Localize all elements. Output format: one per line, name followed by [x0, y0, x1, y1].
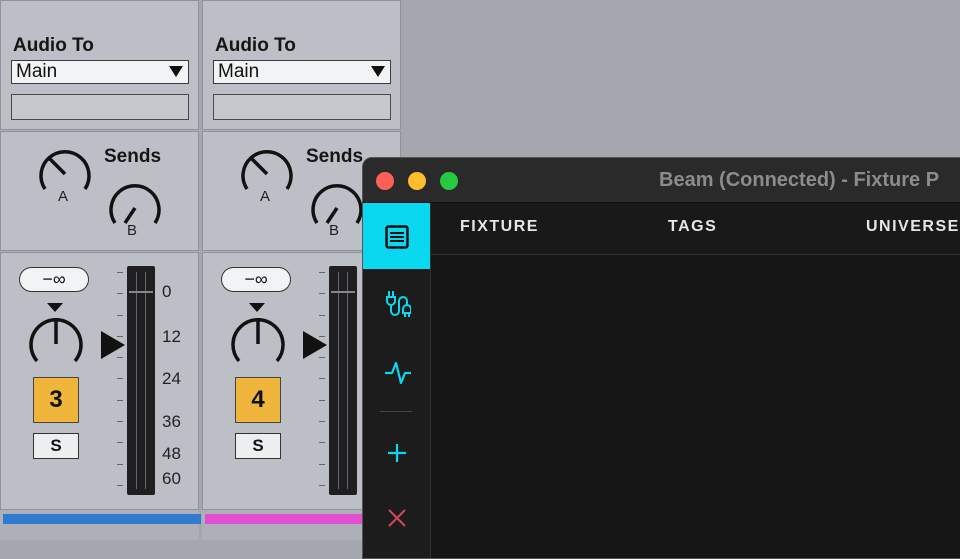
send-a-label: A: [58, 188, 69, 205]
sends-section: Sends A B: [0, 131, 199, 251]
fixture-table-body: [431, 255, 960, 558]
sends-label: Sends: [104, 146, 162, 167]
pan-knob[interactable]: [227, 313, 289, 375]
chevron-down-icon: [371, 66, 385, 77]
play-arrow-icon: [303, 331, 327, 359]
meter-scale-label: 48: [162, 444, 181, 463]
beam-window: Beam (Connected) - Fixture P FIXTURE TAG…: [362, 157, 960, 559]
level-meter[interactable]: [127, 266, 155, 495]
mixer-track-3: Audio To Main Sends A B −∞ 3 S 0 12 24 3…: [0, 0, 199, 540]
table-header: FIXTURE TAGS UNIVERSE: [431, 203, 960, 255]
audio-channel-dropdown[interactable]: [213, 94, 391, 120]
sends-label: Sends: [306, 146, 364, 167]
meter-scale-label: 36: [162, 412, 181, 431]
pan-indicator-icon: [249, 303, 265, 312]
audio-to-label: Audio To: [215, 35, 296, 56]
add-button[interactable]: [363, 423, 430, 489]
audio-output-value: Main: [218, 61, 260, 82]
send-b-label: B: [329, 222, 340, 239]
plus-icon: [388, 444, 406, 462]
audio-output-dropdown[interactable]: Main: [213, 60, 391, 84]
remove-button[interactable]: [363, 489, 430, 555]
column-header-fixture[interactable]: FIXTURE: [460, 218, 539, 236]
track-number-button[interactable]: 3: [33, 377, 79, 423]
sidebar-item-signals[interactable]: [363, 339, 430, 405]
send-b-label: B: [127, 222, 138, 239]
window-title: Beam (Connected) - Fixture P: [659, 169, 940, 191]
close-window-button[interactable]: [376, 172, 394, 190]
meter-scale-label: 24: [162, 369, 181, 388]
meter-scale-label: 60: [162, 469, 181, 488]
plug-cable-icon: [386, 291, 411, 317]
title-bar: Beam (Connected) - Fixture P: [363, 158, 960, 203]
column-header-tags[interactable]: TAGS: [668, 218, 717, 236]
chevron-down-icon: [169, 66, 183, 77]
level-meter[interactable]: [329, 266, 357, 495]
volume-display[interactable]: −∞: [19, 267, 89, 292]
pan-indicator-icon: [47, 303, 63, 312]
track-number-button[interactable]: 4: [235, 377, 281, 423]
audio-to-section: Audio To Main: [202, 0, 401, 130]
audio-channel-dropdown[interactable]: [11, 94, 189, 120]
audio-output-dropdown[interactable]: Main: [11, 60, 189, 84]
sidebar-item-fixtures[interactable]: [363, 203, 430, 269]
minimize-window-button[interactable]: [408, 172, 426, 190]
waveform-icon: [385, 361, 411, 385]
zoom-window-button[interactable]: [440, 172, 458, 190]
audio-to-section: Audio To Main: [0, 0, 199, 130]
sidebar: [363, 203, 431, 558]
column-header-universe[interactable]: UNIVERSE: [866, 218, 960, 236]
list-icon: [385, 225, 409, 249]
audio-to-label: Audio To: [13, 35, 94, 56]
track-color-bar: [3, 514, 201, 524]
close-icon: [388, 509, 406, 527]
sidebar-divider: [380, 411, 412, 412]
solo-button[interactable]: S: [33, 433, 79, 459]
meter-scale-label: 12: [162, 327, 181, 346]
send-a-label: A: [260, 188, 271, 205]
pan-knob[interactable]: [25, 313, 87, 375]
meter-scale-label: 0: [162, 282, 172, 301]
play-arrow-icon: [101, 331, 125, 359]
solo-button[interactable]: S: [235, 433, 281, 459]
volume-display[interactable]: −∞: [221, 267, 291, 292]
sidebar-item-connections[interactable]: [363, 271, 430, 337]
audio-output-value: Main: [16, 61, 58, 82]
track-color-bar: [205, 514, 365, 524]
